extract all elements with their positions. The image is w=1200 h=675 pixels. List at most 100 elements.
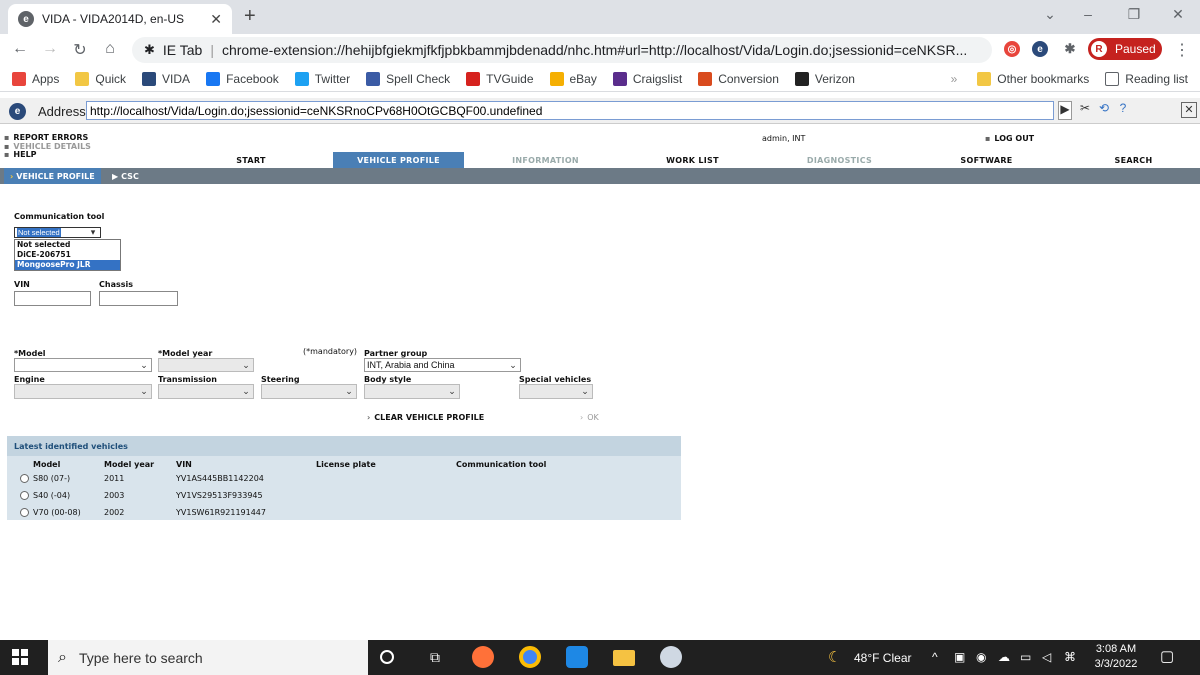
chassis-input[interactable] bbox=[99, 291, 178, 306]
report-errors-link[interactable]: ▪ REPORT ERRORS bbox=[4, 133, 88, 142]
tab-diagnostics[interactable]: DIAGNOSTICS bbox=[774, 152, 905, 168]
back-icon[interactable]: ← bbox=[10, 40, 30, 58]
dropdown-option[interactable]: Not selected bbox=[15, 240, 120, 250]
transmission-select[interactable]: ⌄ bbox=[158, 384, 254, 399]
table-cell: YV1VS29513F933945 bbox=[176, 491, 263, 500]
vehicle-radio[interactable] bbox=[20, 474, 29, 483]
go-icon[interactable]: ▶ bbox=[1058, 101, 1072, 120]
weather-text[interactable]: 48°F Clear bbox=[854, 651, 912, 665]
compat-icon[interactable]: ⟲ bbox=[1096, 101, 1112, 120]
bookmark-2[interactable]: VIDA bbox=[142, 71, 191, 86]
model-year-select[interactable]: ⌄ bbox=[158, 358, 254, 372]
engine-label: Engine bbox=[14, 375, 45, 384]
forward-icon[interactable]: → bbox=[40, 40, 60, 58]
network-icon[interactable]: ⌘ bbox=[1064, 650, 1076, 664]
chevron-up-icon[interactable]: ^ bbox=[932, 650, 938, 664]
app-icon[interactable] bbox=[566, 646, 588, 668]
dropdown-option[interactable]: DiCE-206751 bbox=[15, 250, 120, 260]
bookmark-9[interactable]: Conversion bbox=[698, 71, 779, 86]
close-window-icon[interactable]: ✕ bbox=[1168, 6, 1188, 23]
ietab-close-button[interactable]: ✕ bbox=[1181, 102, 1197, 118]
taskbar-clock[interactable]: 3:08 AM 3/3/2022 bbox=[1090, 642, 1142, 672]
bookmark-label: Verizon bbox=[814, 71, 855, 86]
bookmark-7[interactable]: eBay bbox=[549, 71, 597, 86]
bookmark-6[interactable]: TVGuide bbox=[466, 71, 534, 86]
engine-select[interactable]: ⌄ bbox=[14, 384, 152, 399]
reading-list[interactable]: Reading list bbox=[1105, 72, 1188, 86]
logout-link[interactable]: ▪ LOG OUT bbox=[985, 134, 1034, 143]
url-prefix: IE Tab bbox=[162, 42, 203, 58]
bookmark-5[interactable]: Spell Check bbox=[366, 71, 450, 86]
bookmark-4[interactable]: Twitter bbox=[294, 71, 350, 86]
task-view-icon[interactable]: ⧉ bbox=[424, 646, 446, 668]
home-icon[interactable]: ⌂ bbox=[100, 40, 120, 58]
browser-tab[interactable]: e VIDA - VIDA2014D, en-US ✕ bbox=[8, 4, 232, 34]
tab-search[interactable]: SEARCH bbox=[1068, 152, 1199, 168]
chevron-down-icon: ⌄ bbox=[140, 386, 148, 396]
other-bookmarks[interactable]: Other bookmarks bbox=[977, 72, 1089, 86]
bookmarks-overflow-icon[interactable]: » bbox=[951, 72, 958, 86]
clear-vehicle-profile-link[interactable]: › CLEAR VEHICLE PROFILE bbox=[367, 413, 484, 422]
vehicle-radio[interactable] bbox=[20, 491, 29, 500]
dropdown-option[interactable]: MongoosePro JLR bbox=[15, 260, 120, 270]
ie-tab-icon bbox=[142, 71, 157, 86]
minimize-icon[interactable]: – bbox=[1078, 6, 1098, 22]
restore-icon[interactable]: ❐ bbox=[1124, 6, 1144, 23]
notifications-icon[interactable]: ▢ bbox=[1160, 647, 1174, 665]
model-select[interactable]: ⌄ bbox=[14, 358, 152, 372]
comm-tool-select[interactable]: Not selected ▾ bbox=[14, 227, 101, 238]
vehicle-radio[interactable] bbox=[20, 508, 29, 517]
chrome-icon[interactable] bbox=[519, 646, 541, 668]
steering-select[interactable]: ⌄ bbox=[261, 384, 357, 399]
app-icon[interactable] bbox=[660, 646, 682, 668]
column-header: License plate bbox=[316, 460, 376, 469]
special-vehicles-select[interactable]: ⌄ bbox=[519, 384, 593, 399]
body-style-label: Body style bbox=[364, 375, 412, 384]
tab-work-list[interactable]: WORK LIST bbox=[627, 152, 758, 168]
extension-icon[interactable]: ◎ bbox=[1004, 41, 1020, 57]
bookmark-label: Craigslist bbox=[632, 71, 683, 86]
address-bar[interactable]: ✱ IE Tab | chrome-extension://hehijbfgie… bbox=[132, 37, 992, 63]
tab-vehicle-profile[interactable]: VEHICLE PROFILE bbox=[333, 152, 464, 168]
ie-tab-extension-icon[interactable]: e bbox=[1032, 41, 1048, 57]
bookmark-label: VIDA bbox=[162, 71, 191, 86]
taskbar-search[interactable]: ⌕ Type here to search bbox=[48, 640, 368, 675]
battery-icon[interactable]: ▭ bbox=[1020, 650, 1031, 664]
subtab-csc[interactable]: ▶ CSC bbox=[106, 168, 145, 184]
tray-app-icon[interactable]: ▣ bbox=[954, 650, 965, 664]
subtab-vehicle-profile[interactable]: › VEHICLE PROFILE bbox=[4, 168, 101, 184]
new-tab-button[interactable]: + bbox=[244, 6, 256, 26]
tab-information[interactable]: INFORMATION bbox=[480, 152, 611, 168]
cloud-icon[interactable]: ☁ bbox=[998, 650, 1010, 664]
windows-start-icon[interactable] bbox=[12, 649, 28, 665]
bookmark-1[interactable]: Quick bbox=[75, 71, 126, 86]
bookmark-3[interactable]: Facebook bbox=[206, 71, 279, 86]
ok-link[interactable]: › OK bbox=[580, 413, 599, 422]
bookmark-label: eBay bbox=[569, 71, 597, 86]
cortana-icon[interactable] bbox=[380, 650, 394, 664]
volume-icon[interactable]: ◁ bbox=[1042, 650, 1051, 664]
discord-icon[interactable]: ◉ bbox=[976, 650, 986, 664]
extensions-puzzle-icon[interactable]: ✱ bbox=[1062, 41, 1078, 57]
bookmark-10[interactable]: Verizon bbox=[794, 71, 855, 86]
help-link[interactable]: ▪ HELP bbox=[4, 150, 37, 159]
firefox-icon[interactable] bbox=[472, 646, 494, 668]
body-style-select[interactable]: ⌄ bbox=[364, 384, 460, 399]
chevron-down-icon[interactable]: ⌄ bbox=[1040, 6, 1060, 23]
close-tab-icon[interactable]: ✕ bbox=[210, 11, 222, 28]
tab-software[interactable]: SOFTWARE bbox=[921, 152, 1052, 168]
vin-input[interactable] bbox=[14, 291, 91, 306]
help-icon[interactable]: ? bbox=[1116, 101, 1130, 120]
chevron-down-icon: ⌄ bbox=[448, 386, 456, 396]
tools-icon[interactable]: ✂ bbox=[1076, 101, 1094, 120]
ietab-address-input[interactable]: http://localhost/Vida/Login.do;jsessioni… bbox=[86, 101, 1054, 120]
file-explorer-icon[interactable] bbox=[613, 650, 635, 666]
bookmark-8[interactable]: Craigslist bbox=[612, 71, 683, 86]
menu-kebab-icon[interactable]: ⋮ bbox=[1172, 40, 1192, 60]
tab-start[interactable]: START bbox=[200, 152, 302, 168]
partner-group-select[interactable]: INT, Arabia and China ⌄ bbox=[364, 358, 521, 372]
bookmark-0[interactable]: Apps bbox=[12, 71, 59, 86]
profile-button[interactable]: R Paused bbox=[1088, 38, 1162, 60]
url-separator: | bbox=[210, 42, 214, 58]
reload-icon[interactable]: ↻ bbox=[70, 40, 90, 60]
